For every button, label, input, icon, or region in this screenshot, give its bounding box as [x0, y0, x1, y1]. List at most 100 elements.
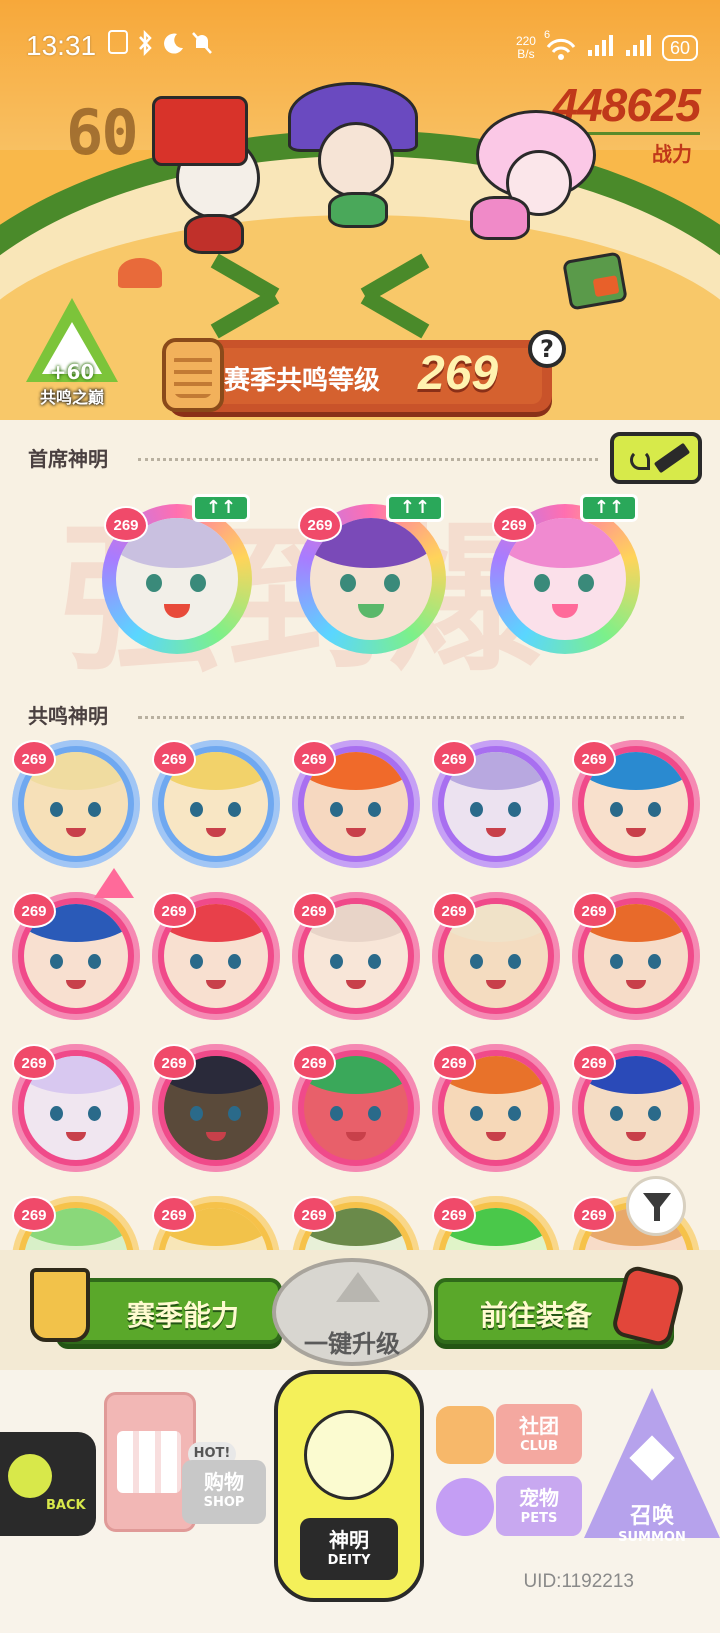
flower-prop [118, 258, 162, 288]
scribble-icon [630, 450, 650, 470]
level-badge: 269 [152, 1196, 196, 1232]
steamer-icon [162, 338, 224, 412]
status-bar: 13:31 220 B/s 6 60 [0, 18, 720, 78]
level-badge: 269 [12, 1196, 56, 1232]
filter-button[interactable] [626, 1176, 686, 1236]
leaders-section-title: 首席神明 [28, 447, 108, 471]
resonance-deity-grid: 269 269 269 269 269 269 269 269 269 269 269 269 269 2… [12, 738, 712, 1250]
level-badge: 269 [152, 1044, 196, 1080]
help-button[interactable]: ? [528, 330, 566, 368]
level-badge: 269 [12, 1044, 56, 1080]
deity-card[interactable]: 269 [152, 738, 282, 868]
resonance-label: 赛季共鸣等级 [224, 366, 381, 396]
drink-cup-icon [30, 1268, 90, 1342]
signal-icon-2 [624, 32, 654, 63]
deity-card[interactable]: 269 [572, 738, 702, 868]
leader-slot[interactable]: 269 ↑↑ [490, 494, 650, 654]
battery-indicator: 60 [661, 34, 698, 61]
nav-club-label: 社团 [519, 1414, 559, 1438]
deity-screen: 60 448625 战力 +60 共鸣之巅 赛季共鸣等级 269 ? 13:31… [0, 0, 720, 1633]
leader-character-1[interactable] [140, 96, 280, 256]
season-resonance-level-bar[interactable]: 赛季共鸣等级 269 [162, 338, 552, 412]
level-badge: 269 [12, 740, 56, 776]
deity-card[interactable]: 269 [12, 868, 142, 1020]
nav-deity[interactable]: 神明 DEITY [274, 1370, 424, 1602]
nav-summon-label: 召唤 [629, 1504, 674, 1529]
deity-card[interactable]: 269 [292, 738, 422, 868]
signal-icon-1 [586, 32, 616, 63]
wifi-icon: 6 [544, 29, 578, 61]
moon-icon [162, 30, 184, 56]
upgrade-arrows-icon: ↑↑ [192, 494, 250, 522]
nav-summon[interactable]: 召唤 SUMMON [584, 1388, 720, 1578]
level-badge: 269 [572, 1196, 616, 1232]
level-badge: 269 [292, 892, 336, 928]
level-badge: 269 [292, 1196, 336, 1232]
back-arrow-icon [8, 1454, 52, 1498]
back-button[interactable]: BACK [0, 1432, 96, 1536]
deity-card[interactable]: 269 [12, 738, 142, 868]
crown-icon [94, 868, 134, 898]
action-bar: 赛季能力 前往装备 一键升级 [0, 1250, 720, 1370]
level-badge: 269 [572, 892, 616, 928]
pen-icon [653, 442, 691, 474]
level-badge: 269 [152, 892, 196, 928]
deity-card[interactable]: 269 [432, 738, 562, 868]
bluetooth-icon [134, 29, 156, 57]
pet-icon [436, 1478, 494, 1536]
deity-card[interactable]: 269 [572, 1042, 702, 1172]
deity-character-icon [304, 1410, 394, 1500]
deity-card[interactable]: 269 [12, 1042, 142, 1172]
level-badge: 269 [492, 506, 536, 542]
upgrade-arrows-icon: ↑↑ [580, 494, 638, 522]
deity-card[interactable]: 269 [432, 1042, 562, 1172]
nav-shop[interactable]: HOT! 购物 SHOP [104, 1392, 266, 1572]
deity-card[interactable]: 269 [292, 890, 422, 1020]
leader-character-3[interactable] [456, 100, 616, 250]
deity-card[interactable]: 269 [152, 890, 282, 1020]
level-badge: 269 [292, 740, 336, 776]
deity-card[interactable]: 269 [572, 890, 702, 1020]
resonance-peak-badge[interactable]: +60 共鸣之巅 [22, 298, 122, 408]
level-badge: 269 [572, 1044, 616, 1080]
net-speed: 220 B/s [515, 33, 536, 61]
power-label: 战力 [652, 142, 692, 166]
level-badge: 269 [432, 1196, 476, 1232]
deity-card[interactable]: 269 [292, 1042, 422, 1172]
level-badge: 269 [432, 1044, 476, 1080]
user-id: UID:1192213 [523, 1571, 634, 1592]
team-level: 60 [66, 96, 139, 169]
peak-label: 共鸣之巅 [39, 388, 104, 407]
mute-icon [190, 30, 212, 56]
level-badge: 269 [572, 740, 616, 776]
upgrade-arrow-icon [336, 1272, 380, 1302]
nav-pets-label: 宠物 [519, 1486, 559, 1510]
level-badge: 269 [298, 506, 342, 542]
field-arrows [200, 253, 450, 340]
nav-shop-label: 购物 [204, 1470, 244, 1494]
leader-slot[interactable]: 269 ↑↑ [102, 494, 262, 654]
edit-button[interactable] [610, 432, 702, 484]
level-badge: 269 [432, 740, 476, 776]
nav-deity-label: 神明 [329, 1528, 369, 1552]
deity-card[interactable]: 269 [152, 1042, 282, 1172]
club-icon [436, 1406, 494, 1464]
radio-prop [562, 251, 628, 311]
deity-card[interactable]: 269 [152, 1194, 282, 1250]
level-badge: 269 [104, 506, 148, 542]
deity-card[interactable]: 269 [432, 1194, 562, 1250]
level-badge: 269 [292, 1044, 336, 1080]
nav-club[interactable]: 社团 CLUB [426, 1396, 596, 1476]
deity-card[interactable]: 269 [292, 1194, 422, 1250]
one-key-upgrade-button[interactable]: 一键升级 [272, 1258, 432, 1366]
upgrade-arrows-icon: ↑↑ [386, 494, 444, 522]
leader-character-2[interactable] [278, 82, 428, 232]
status-time: 13:31 [26, 30, 97, 61]
deity-card[interactable]: 269 [432, 890, 562, 1020]
level-badge: 269 [432, 892, 476, 928]
level-badge: 269 [152, 740, 196, 776]
deity-card[interactable]: 269 [12, 1194, 142, 1250]
bottom-navigation: BACK HOT! 购物 SHOP 神明 DEITY 社团 CLUB 宠物 PE… [0, 1370, 720, 1633]
nav-pets[interactable]: 宠物 PETS [426, 1468, 596, 1548]
leader-slot[interactable]: 269 ↑↑ [296, 494, 456, 654]
